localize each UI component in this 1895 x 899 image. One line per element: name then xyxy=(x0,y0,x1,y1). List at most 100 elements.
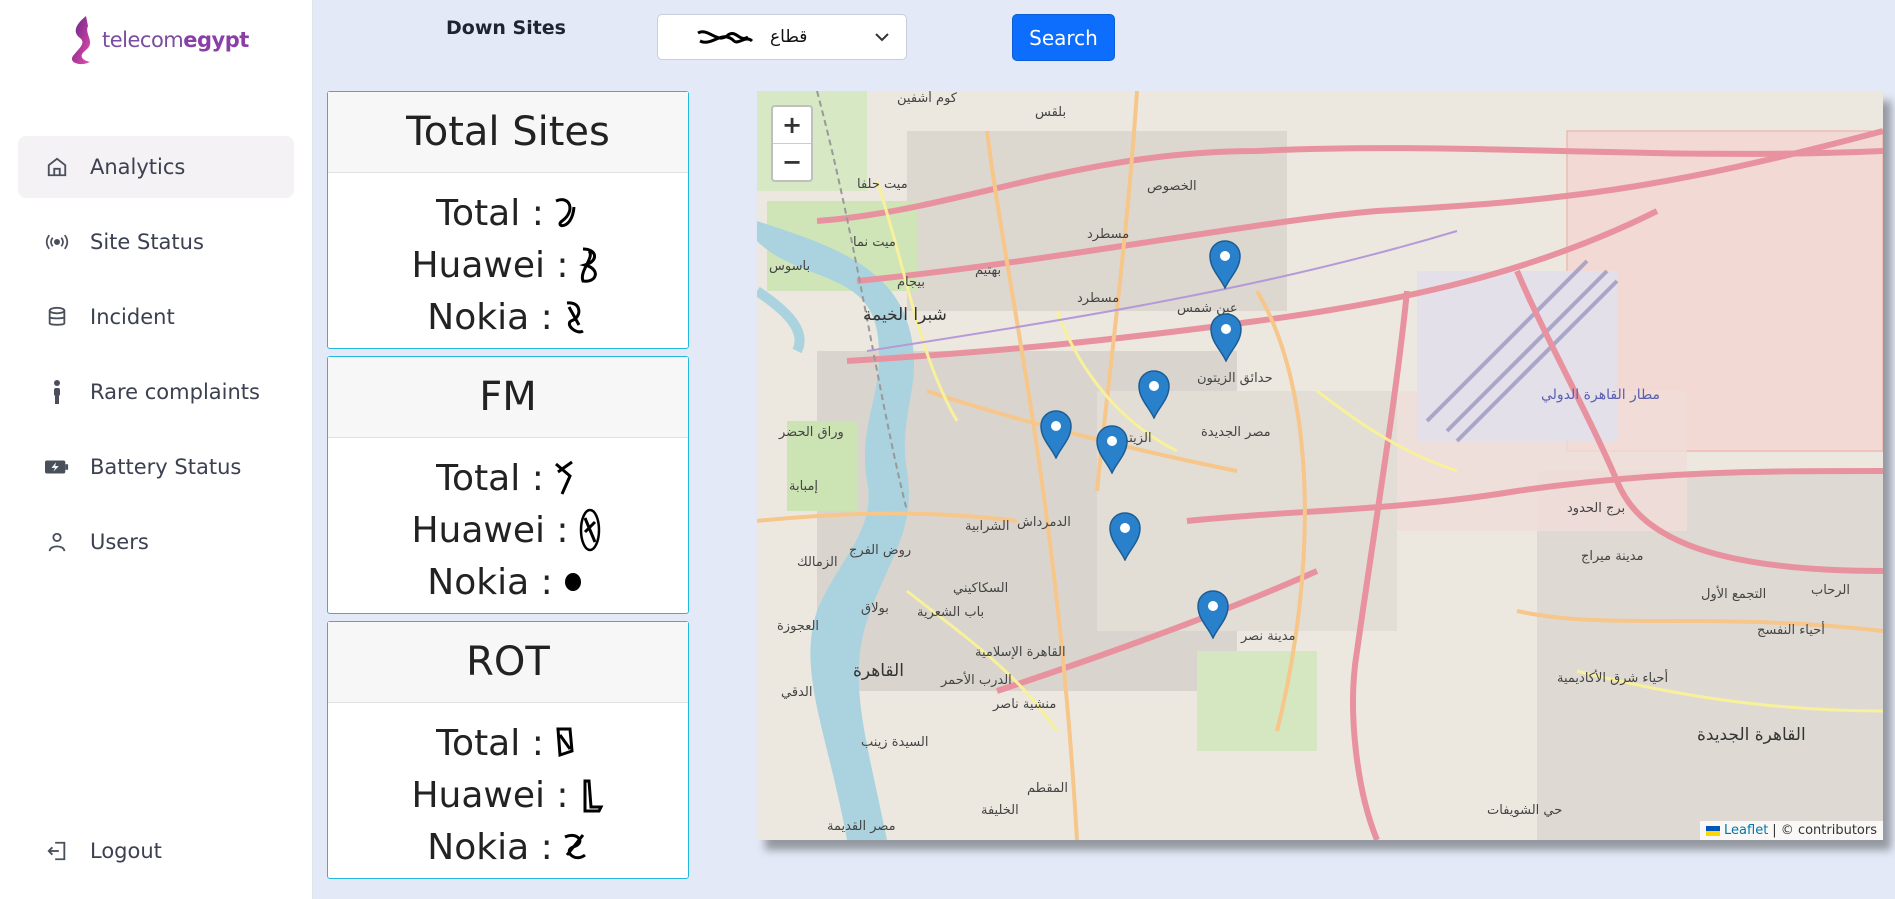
map-label: أحياء النفسج xyxy=(1757,623,1825,638)
telecom-egypt-logo[interactable]: telecomegypt xyxy=(68,14,249,66)
map-label: مسطرد xyxy=(1077,291,1120,306)
map-marker-icon[interactable] xyxy=(1095,424,1129,474)
leaflet-link[interactable]: Leaflet xyxy=(1724,823,1768,838)
sidebar-item-label: Users xyxy=(90,530,149,554)
logo-text-light: telecom xyxy=(102,28,184,52)
rot-card: ROT Total : Huawei : Nokia : xyxy=(327,621,689,879)
broadcast-icon xyxy=(40,231,74,253)
card-title: ROT xyxy=(328,622,688,703)
redacted-scribble-icon xyxy=(556,727,574,758)
sidebar-item-label: Site Status xyxy=(90,230,204,254)
map-label: حدائق الزيتون xyxy=(1197,371,1273,386)
sidebar-item-users[interactable]: Users xyxy=(18,511,294,573)
map-label: أحياء شرق الأكاديمية xyxy=(1557,671,1669,686)
total-sites-card: Total Sites Total : Huawei : Nokia : xyxy=(327,91,689,349)
zoom-out-button[interactable]: − xyxy=(773,144,811,180)
sidebar-item-label: Battery Status xyxy=(90,455,242,479)
ukraine-flag-icon xyxy=(1706,825,1721,836)
stat-label: Total : xyxy=(436,457,544,499)
stat-row-total: Total : xyxy=(328,452,688,504)
chevron-down-icon xyxy=(875,33,889,42)
logout-button[interactable]: Logout xyxy=(18,820,294,882)
map-marker-icon[interactable] xyxy=(1196,589,1230,639)
sidebar-item-site-status[interactable]: Site Status xyxy=(18,211,294,273)
sector-select[interactable]: قطاع xyxy=(657,14,907,60)
map-label: السكاكيني xyxy=(953,581,1009,596)
map-label: باسوس xyxy=(769,259,811,274)
map-label: مصر الجديدة xyxy=(1201,425,1271,440)
sidebar-item-label: Incident xyxy=(90,305,175,329)
map-marker-icon[interactable] xyxy=(1208,239,1242,289)
page-title: Down Sites xyxy=(446,17,566,39)
stat-row-total: Total : xyxy=(328,187,688,239)
home-icon xyxy=(40,156,74,178)
map-marker-icon[interactable] xyxy=(1039,409,1073,459)
sidebar-item-rare-complaints[interactable]: Rare complaints xyxy=(18,361,294,423)
stat-row-huawei: Huawei : xyxy=(328,239,688,291)
map-label: التجمع الأول xyxy=(1701,587,1767,602)
stat-label: Nokia : xyxy=(427,296,553,338)
person-icon xyxy=(40,380,74,404)
logout-label: Logout xyxy=(90,839,162,863)
stat-row-nokia: Nokia : xyxy=(328,821,688,873)
sidebar: telecomegypt Analytics Site Status Incid… xyxy=(0,0,313,899)
map-label: منشية ناصر xyxy=(993,697,1057,712)
stat-row-total: Total : xyxy=(328,717,688,769)
map-attribution: Leaflet | © contributors xyxy=(1700,821,1883,840)
zoom-control: + − xyxy=(771,105,813,182)
map-label: الرحاب xyxy=(1811,583,1850,598)
stat-row-nokia: Nokia : xyxy=(328,556,688,608)
map-label: المقطم xyxy=(1027,781,1068,796)
map-label: كوم أشفين xyxy=(897,91,957,106)
redacted-scribble-icon xyxy=(555,198,576,228)
map-label: حي الشويفات xyxy=(1487,803,1563,818)
database-icon xyxy=(40,306,74,328)
map-label: بولاق xyxy=(861,601,889,616)
map-marker-icon[interactable] xyxy=(1209,312,1243,362)
stat-label: Total : xyxy=(436,192,544,234)
map-label: القاهرة الجديدة xyxy=(1697,725,1806,745)
map-view[interactable]: كوم أشفين بلقس الخصوص مسطرد بهتيم ميت حل… xyxy=(757,91,1883,840)
map-label: مطار القاهرة الدولي xyxy=(1541,387,1661,403)
map-label: بيجام xyxy=(897,275,925,290)
map-label: بلقس xyxy=(1035,105,1067,120)
stat-label: Total : xyxy=(436,722,544,764)
map-label: القاهرة xyxy=(853,661,904,681)
map-marker-icon[interactable] xyxy=(1137,369,1171,419)
redacted-scribble-icon xyxy=(583,779,603,813)
sidebar-item-analytics[interactable]: Analytics xyxy=(18,136,294,198)
redacted-scribble-icon xyxy=(578,247,597,283)
logo-swirl-icon xyxy=(71,16,91,65)
map-label: برج الحدود xyxy=(1567,501,1626,516)
map-label: باب الشعرية xyxy=(917,605,985,620)
map-marker-icon[interactable] xyxy=(1108,511,1142,561)
map-label: شبرا الخيمة xyxy=(863,305,947,325)
redacted-scribble-icon xyxy=(566,301,584,334)
search-button[interactable]: Search xyxy=(1012,14,1115,61)
stat-label: Huawei : xyxy=(411,509,569,551)
stat-label: Huawei : xyxy=(411,774,569,816)
sidebar-item-battery-status[interactable]: Battery Status xyxy=(18,436,294,498)
redacted-scribble-icon xyxy=(697,30,754,44)
stat-label: Huawei : xyxy=(411,244,569,286)
sidebar-nav: Analytics Site Status Incident Rare comp… xyxy=(18,136,294,586)
stat-label: Nokia : xyxy=(427,561,553,603)
map-label: السيدة زينب xyxy=(861,735,929,750)
attribution-text: | © contributors xyxy=(1772,823,1877,838)
map-label: الدرب الأحمر xyxy=(941,673,1012,688)
user-icon xyxy=(40,531,74,553)
map-label: وراق الحضر xyxy=(779,425,844,440)
sidebar-item-incident[interactable]: Incident xyxy=(18,286,294,348)
map-label: مدينة نصر xyxy=(1241,629,1296,644)
redacted-scribble-icon xyxy=(564,573,581,591)
zoom-in-button[interactable]: + xyxy=(773,107,811,144)
map-label: الخليفة xyxy=(981,803,1019,818)
redacted-scribble-icon xyxy=(579,508,600,552)
logo-text: telecomegypt xyxy=(102,28,249,52)
logo-text-bold: egypt xyxy=(183,28,249,52)
map-label: ميت نما xyxy=(853,235,896,250)
map-label: القاهرة الإسلامية xyxy=(975,645,1066,660)
logout-icon xyxy=(40,840,74,862)
map-label: مدينة ميراج xyxy=(1581,549,1644,564)
stat-row-huawei: Huawei : xyxy=(328,769,688,821)
